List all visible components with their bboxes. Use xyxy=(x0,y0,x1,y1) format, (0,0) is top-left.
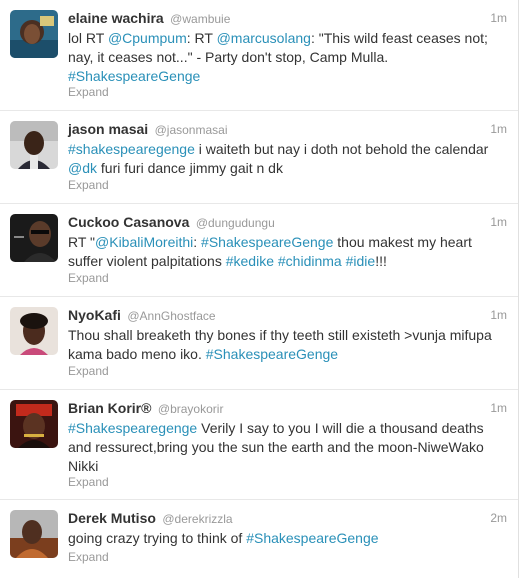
expand-link[interactable]: Expand xyxy=(68,271,109,285)
hashtag-link[interactable]: #kedike xyxy=(226,253,274,269)
tweet-timeline: elaine wachira @wambuie 1m lol RT @Cpump… xyxy=(0,0,519,578)
tweet-timestamp[interactable]: 1m xyxy=(490,122,507,136)
tweet-text: lol RT @Cpumpum: RT @marcusolang: "This … xyxy=(68,29,506,86)
hashtag-link[interactable]: #ShakespeareGenge xyxy=(68,68,200,84)
tweet-username[interactable]: @wambuie xyxy=(170,12,230,26)
expand-link[interactable]: Expand xyxy=(68,85,109,99)
tweet-header: Cuckoo Casanova @dungudungu 1m xyxy=(68,214,507,232)
avatar[interactable] xyxy=(10,121,58,169)
tweet-text-segment: going crazy trying to think of xyxy=(68,530,247,546)
tweet-text-segment: : RT xyxy=(186,30,217,46)
hashtag-link[interactable]: #ShakespeareGenge xyxy=(206,346,338,362)
tweet-text-segment: !!! xyxy=(375,253,387,269)
tweet-text: Thou shall breaketh thy bones if thy tee… xyxy=(68,326,506,364)
tweet-timestamp[interactable]: 1m xyxy=(490,11,507,25)
hashtag-link[interactable]: #idie xyxy=(346,253,376,269)
hashtag-link[interactable]: #chidinma xyxy=(278,253,342,269)
tweet-timestamp[interactable]: 1m xyxy=(490,308,507,322)
tweet-text: going crazy trying to think of #Shakespe… xyxy=(68,529,506,548)
expand-link[interactable]: Expand xyxy=(68,364,109,378)
tweet-username[interactable]: @derekrizzla xyxy=(162,512,232,526)
tweet[interactable]: Brian Korir® @brayokorir 1m #Shakespeare… xyxy=(0,390,519,500)
tweet-timestamp[interactable]: 2m xyxy=(490,511,507,525)
tweet-fullname[interactable]: Brian Korir® xyxy=(68,400,151,416)
hashtag-link[interactable]: #shakespearegenge xyxy=(68,141,195,157)
tweet-text: #shakespearegenge i waiteth but nay i do… xyxy=(68,140,506,178)
avatar[interactable] xyxy=(10,510,58,558)
tweet[interactable]: jason masai @jasonmasai 1m #shakespeareg… xyxy=(0,111,519,204)
tweet-username[interactable]: @dungudungu xyxy=(196,216,275,230)
mention-link[interactable]: @Cpumpum xyxy=(108,30,187,46)
avatar[interactable] xyxy=(10,307,58,355)
tweet[interactable]: Cuckoo Casanova @dungudungu 1m RT "@Kiba… xyxy=(0,204,519,297)
expand-link[interactable]: Expand xyxy=(68,475,109,489)
tweet-fullname[interactable]: NyoKafi xyxy=(68,307,121,323)
mention-link[interactable]: @KibaliMoreithi xyxy=(95,234,193,250)
tweet[interactable]: NyoKafi @AnnGhostface 1m Thou shall brea… xyxy=(0,297,519,390)
hashtag-link[interactable]: #ShakespeareGenge xyxy=(201,234,333,250)
avatar[interactable] xyxy=(10,10,58,58)
tweet-text-segment: furi furi dance jimmy gait n dk xyxy=(97,160,283,176)
tweet-text: #Shakespearegenge Verily I say to you I … xyxy=(68,419,506,476)
tweet-header: Brian Korir® @brayokorir 1m xyxy=(68,400,507,418)
tweet-username[interactable]: @AnnGhostface xyxy=(127,309,215,323)
tweet-timestamp[interactable]: 1m xyxy=(490,401,507,415)
tweet-fullname[interactable]: jason masai xyxy=(68,121,148,137)
mention-link[interactable]: @marcusolang xyxy=(217,30,311,46)
expand-link[interactable]: Expand xyxy=(68,550,109,564)
tweet-fullname[interactable]: elaine wachira xyxy=(68,10,164,26)
tweet-text-segment: RT " xyxy=(68,234,96,250)
tweet-username[interactable]: @jasonmasai xyxy=(155,123,228,137)
avatar[interactable] xyxy=(10,400,58,448)
avatar[interactable] xyxy=(10,214,58,262)
tweet-header: NyoKafi @AnnGhostface 1m xyxy=(68,307,507,325)
tweet-text-segment: lol RT xyxy=(68,30,108,46)
hashtag-link[interactable]: #ShakespeareGenge xyxy=(246,530,378,546)
tweet-text-segment: : xyxy=(193,234,202,250)
tweet-header: elaine wachira @wambuie 1m xyxy=(68,10,507,28)
tweet-text-segment: i waiteth but nay i doth not behold the … xyxy=(194,141,489,157)
mention-link[interactable]: @dk xyxy=(68,160,97,176)
tweet-header: jason masai @jasonmasai 1m xyxy=(68,121,507,139)
tweet-fullname[interactable]: Derek Mutiso xyxy=(68,510,156,526)
hashtag-link[interactable]: #Shakespearegenge xyxy=(68,420,197,436)
tweet[interactable]: elaine wachira @wambuie 1m lol RT @Cpump… xyxy=(0,0,519,111)
tweet-fullname[interactable]: Cuckoo Casanova xyxy=(68,214,189,230)
tweet-header: Derek Mutiso @derekrizzla 2m xyxy=(68,510,507,528)
tweet-username[interactable]: @brayokorir xyxy=(158,402,224,416)
expand-link[interactable]: Expand xyxy=(68,178,109,192)
tweet[interactable]: Derek Mutiso @derekrizzla 2m going crazy… xyxy=(0,500,519,578)
tweet-timestamp[interactable]: 1m xyxy=(490,215,507,229)
tweet-text: RT "@KibaliMoreithi: #ShakespeareGenge t… xyxy=(68,233,506,271)
